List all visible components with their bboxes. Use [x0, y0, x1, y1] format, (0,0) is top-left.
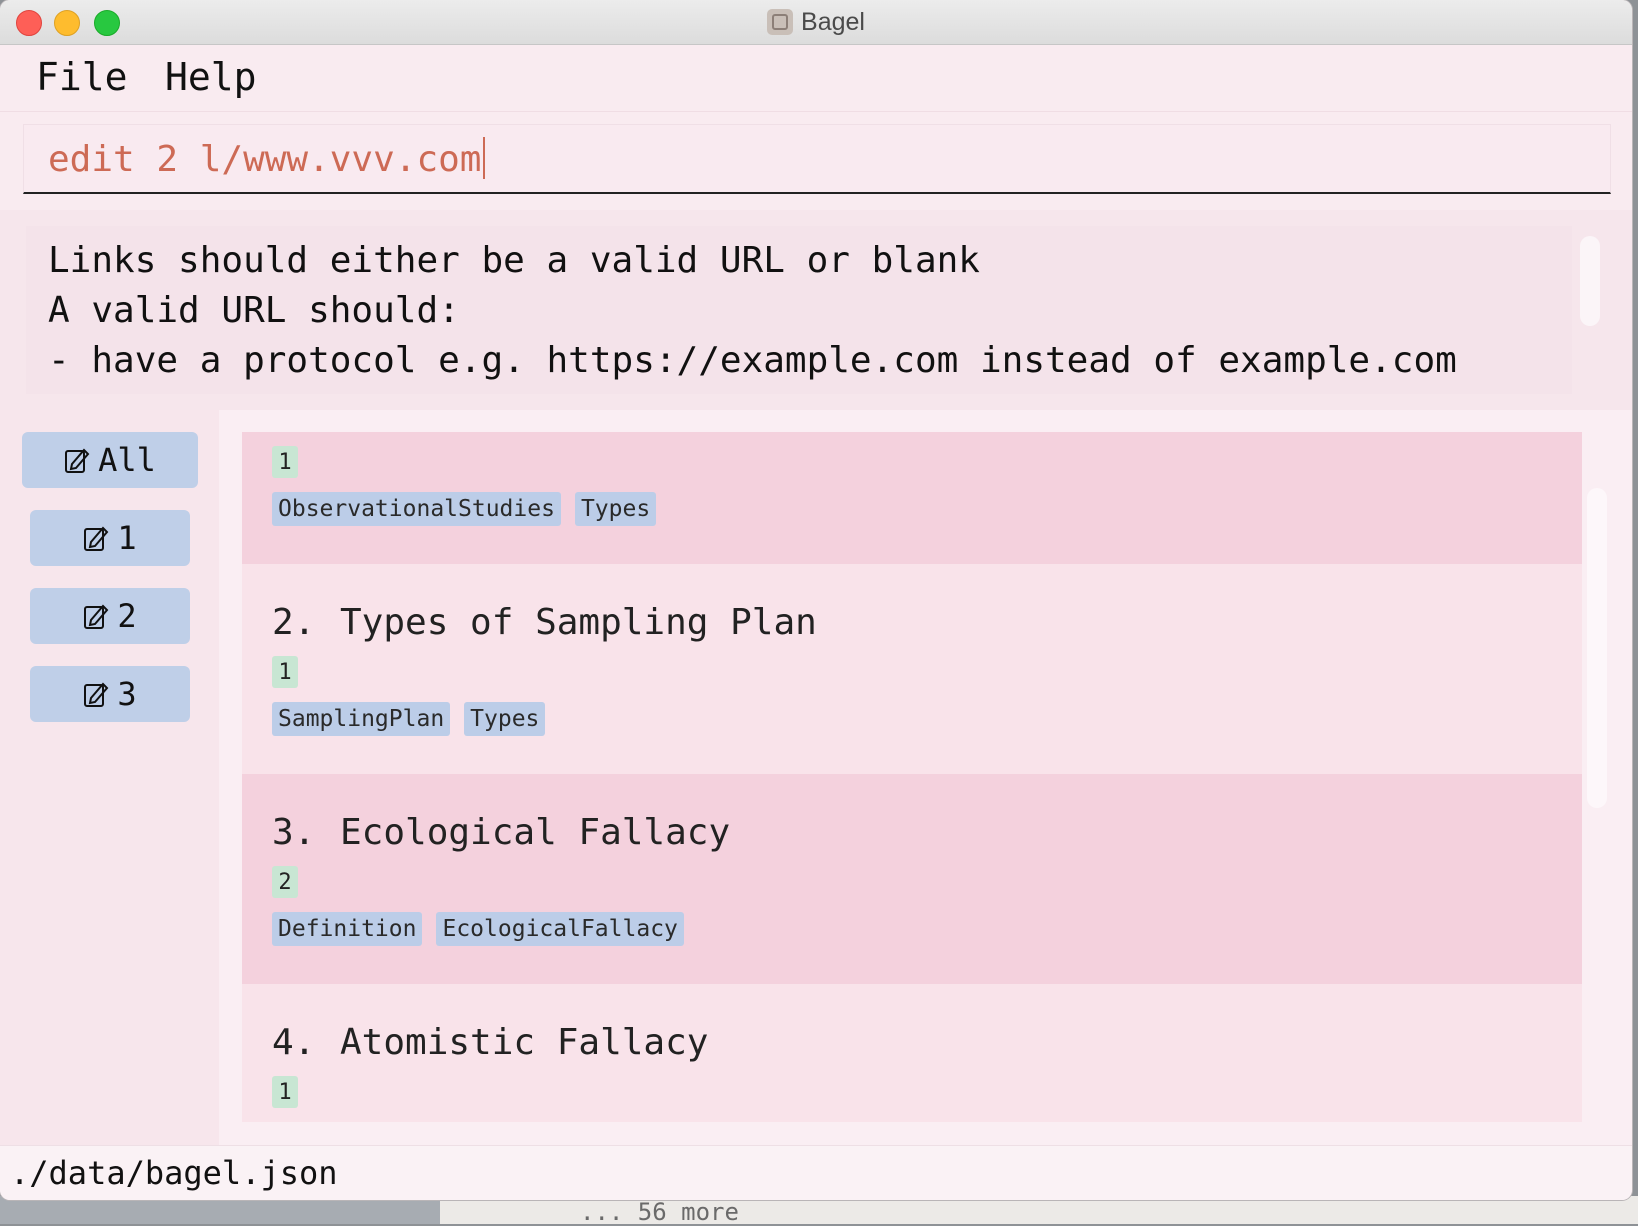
- flashcard-item[interactable]: 1 ObservationalStudies Types: [242, 432, 1582, 564]
- menu-bar: File Help: [0, 45, 1632, 112]
- tag: Types: [574, 492, 657, 526]
- desktop-more-label: ... 56 more: [580, 1198, 739, 1226]
- tag: Definition: [272, 912, 423, 946]
- flashcard-title: 3. Ecological Fallacy: [272, 812, 730, 853]
- result-scrollbar[interactable]: [1580, 236, 1600, 326]
- window-title: Bagel: [801, 7, 865, 36]
- text-caret: [483, 137, 486, 179]
- sidebar: All 1 2 3: [0, 410, 219, 1145]
- result-line: A valid URL should:: [48, 290, 460, 331]
- command-input[interactable]: edit 2 l/www.vvv.com: [23, 124, 1611, 194]
- filter-all-button[interactable]: All: [22, 432, 198, 488]
- note-edit-icon: [84, 526, 109, 551]
- result-display: Links should either be a valid URL or bl…: [0, 210, 1632, 410]
- filter-1-label: 1: [117, 519, 137, 557]
- title-bar: Bagel: [0, 0, 1632, 45]
- list-scrollbar[interactable]: [1587, 488, 1607, 808]
- flashcard-list-panel: 1 ObservationalStudies Types 2. Types of …: [219, 410, 1632, 1145]
- flashcard-item[interactable]: 3. Ecological Fallacy 2 Definition Ecolog…: [242, 774, 1582, 984]
- tag-list: SamplingPlan Types: [272, 702, 546, 736]
- filter-all-label: All: [98, 441, 156, 479]
- flashcard-title: 2. Types of Sampling Plan: [272, 602, 817, 643]
- menu-help[interactable]: Help: [165, 55, 257, 99]
- filter-2-button[interactable]: 2: [30, 588, 190, 644]
- filter-2-label: 2: [117, 597, 137, 635]
- result-text-box[interactable]: Links should either be a valid URL or bl…: [26, 226, 1572, 394]
- priority-badge: 1: [272, 656, 298, 688]
- filter-3-label: 3: [117, 675, 137, 713]
- data-file-path: ./data/bagel.json: [10, 1154, 338, 1192]
- command-input-text: edit 2 l/www.vvv.com: [48, 137, 486, 180]
- tag: ObservationalStudies: [272, 492, 561, 526]
- window-title-group: Bagel: [0, 0, 1632, 44]
- flashcard-title-text: Ecological Fallacy: [340, 812, 731, 853]
- priority-badge: 1: [272, 446, 298, 478]
- priority-badge: 2: [272, 866, 298, 898]
- app-window: Bagel File Help edit 2 l/www.vvv.com Lin…: [0, 0, 1632, 1200]
- tag: SamplingPlan: [272, 702, 451, 736]
- note-edit-icon: [84, 604, 109, 629]
- note-edit-icon: [65, 448, 90, 473]
- flashcard-index: 3.: [272, 812, 316, 853]
- flashcard-list[interactable]: 1 ObservationalStudies Types 2. Types of …: [242, 432, 1582, 1122]
- flashcard-item[interactable]: 2. Types of Sampling Plan 1 SamplingPlan …: [242, 564, 1582, 774]
- tag-list: ObservationalStudies Types: [272, 492, 657, 526]
- result-line: - have a protocol e.g. https://example.c…: [48, 340, 1457, 381]
- menu-file[interactable]: File: [36, 55, 128, 99]
- flashcard-index: 2.: [272, 602, 316, 643]
- tag-list: Definition EcologicalFallacy: [272, 912, 684, 946]
- flashcard-title-text: Types of Sampling Plan: [340, 602, 817, 643]
- desktop-background: [0, 1196, 1638, 1224]
- flashcard-title-text: Atomistic Fallacy: [340, 1022, 709, 1063]
- flashcard-index: 4.: [272, 1022, 316, 1063]
- status-bar: ./data/bagel.json: [0, 1145, 1632, 1200]
- filter-1-button[interactable]: 1: [30, 510, 190, 566]
- desktop-left-panel: [0, 1196, 440, 1224]
- command-value: edit 2 l/www.vvv.com: [48, 139, 482, 180]
- filter-3-button[interactable]: 3: [30, 666, 190, 722]
- result-line: Links should either be a valid URL or bl…: [48, 240, 980, 281]
- note-edit-icon: [84, 682, 109, 707]
- tag: Types: [464, 702, 546, 736]
- flashcard-item[interactable]: 4. Atomistic Fallacy 1: [242, 984, 1582, 1122]
- priority-badge: 1: [272, 1076, 298, 1108]
- app-icon: [767, 9, 794, 35]
- tag: EcologicalFallacy: [436, 912, 684, 946]
- flashcard-title: 4. Atomistic Fallacy: [272, 1022, 708, 1063]
